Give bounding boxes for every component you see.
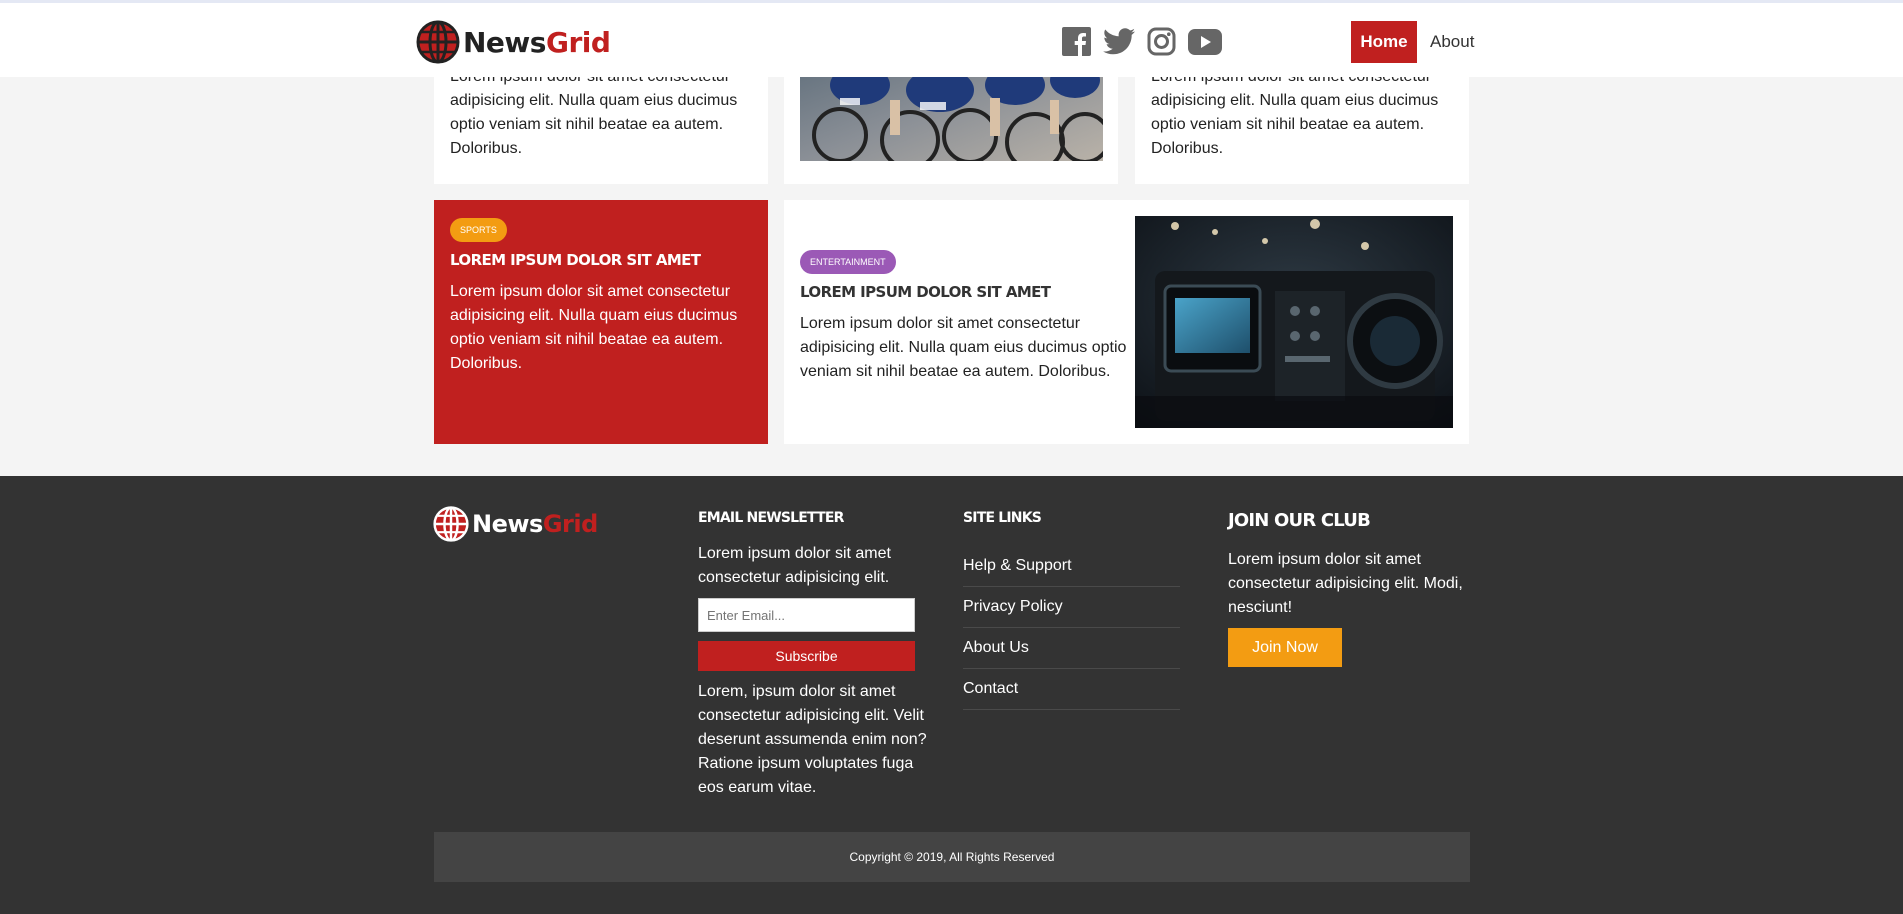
nav-about[interactable]: About xyxy=(1430,32,1474,52)
subscribe-button[interactable]: Subscribe xyxy=(698,641,915,671)
site-footer: NewsGrid Email Newsletter Lorem ipsum do… xyxy=(0,476,1903,914)
social-links xyxy=(1062,27,1222,61)
site-logo[interactable]: NewsGrid xyxy=(416,20,611,64)
logo-text: NewsGrid xyxy=(463,25,611,59)
site-link-privacy-policy[interactable]: Privacy Policy xyxy=(963,587,1180,628)
site-links-list: Help & Support Privacy Policy About Us C… xyxy=(963,546,1180,710)
site-link-contact[interactable]: Contact xyxy=(963,669,1180,710)
globe-logo-icon xyxy=(416,20,460,64)
logo-text-news: News xyxy=(463,25,546,59)
category-badge-sports[interactable]: Sports xyxy=(450,218,507,242)
logo-text: NewsGrid xyxy=(472,510,598,538)
instagram-icon[interactable] xyxy=(1147,27,1176,61)
youtube-icon[interactable] xyxy=(1188,28,1222,60)
newsletter-heading: Email Newsletter xyxy=(698,510,844,526)
entertainment-card[interactable]: Entertainment Lorem ipsum dolor sit amet… xyxy=(784,200,1469,444)
site-links-heading: Site Links xyxy=(963,510,1042,526)
email-input[interactable] xyxy=(698,598,915,632)
join-now-button[interactable]: Join Now xyxy=(1228,628,1342,667)
card-title: Lorem ipsum dolor sit amet xyxy=(450,251,701,269)
main-nav: Home About xyxy=(1351,21,1474,63)
logo-text-news: News xyxy=(472,510,543,538)
card-text: Lorem ipsum dolor sit amet consectetur a… xyxy=(450,283,738,372)
copyright-bar: Copyright © 2019, All Rights Reserved xyxy=(434,832,1470,882)
card-text: Lorem ipsum dolor sit amet consectetur a… xyxy=(800,315,1127,380)
category-badge-entertainment[interactable]: Entertainment xyxy=(800,250,896,274)
club-heading: Join Our Club xyxy=(1228,510,1371,531)
club-text: Lorem ipsum dolor sit amet consectetur a… xyxy=(1228,551,1463,616)
facebook-icon[interactable] xyxy=(1062,27,1091,61)
camera-image xyxy=(1135,216,1453,428)
logo-text-grid: Grid xyxy=(542,510,598,538)
sports-card[interactable]: Sports Lorem ipsum dolor sit amet Lorem … xyxy=(434,200,768,444)
card-text: Lorem ipsum dolor sit amet consectetur a… xyxy=(1151,68,1439,157)
footer-logo[interactable]: NewsGrid xyxy=(433,506,598,542)
card-text: Lorem ipsum dolor sit amet consectetur a… xyxy=(450,68,738,157)
site-link-about-us[interactable]: About Us xyxy=(963,628,1180,669)
newsletter-intro: Lorem ipsum dolor sit amet consectetur a… xyxy=(698,545,891,586)
twitter-icon[interactable] xyxy=(1103,28,1135,60)
newsletter-outro: Lorem, ipsum dolor sit amet consectetur … xyxy=(698,683,927,796)
globe-logo-icon xyxy=(433,506,469,542)
card-title: Lorem ipsum dolor sit amet xyxy=(800,283,1051,301)
nav-home[interactable]: Home xyxy=(1351,21,1417,63)
site-link-help-support[interactable]: Help & Support xyxy=(963,546,1180,587)
site-header: NewsGrid Home About xyxy=(0,0,1903,77)
logo-text-grid: Grid xyxy=(545,25,611,59)
